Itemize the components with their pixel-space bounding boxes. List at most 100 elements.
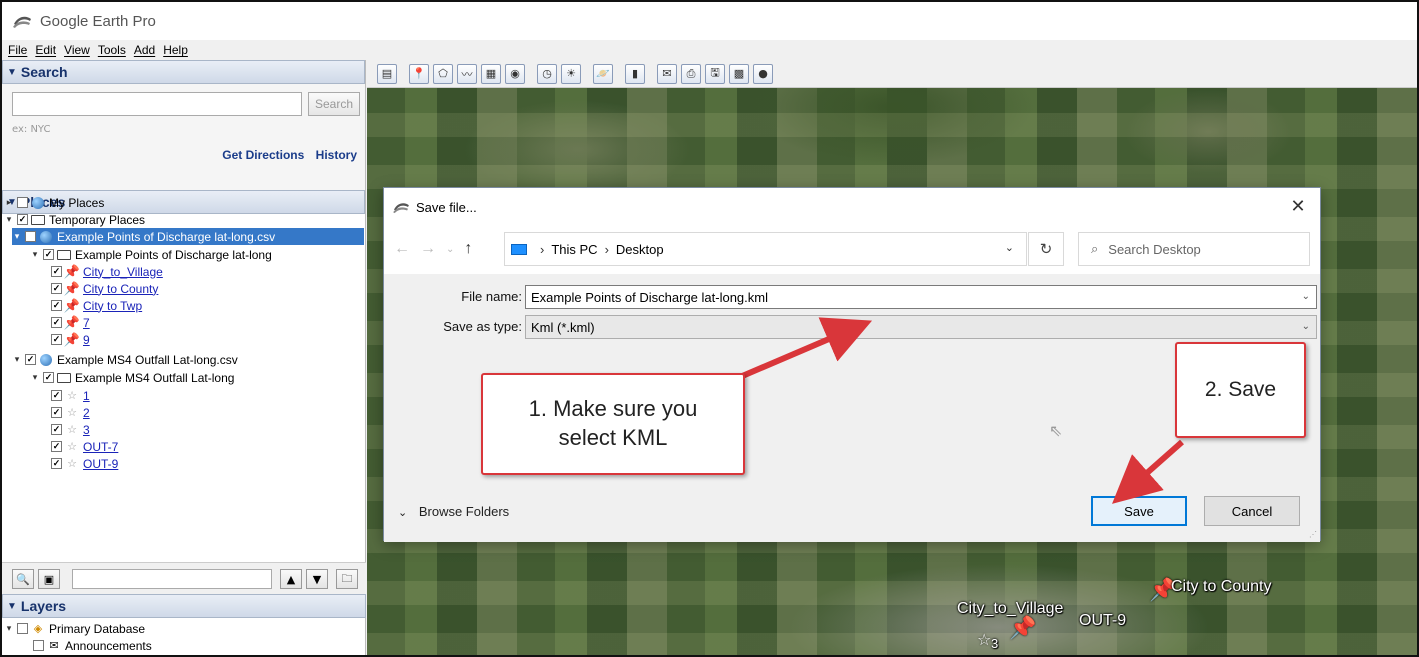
search-button[interactable]: Search (308, 92, 360, 116)
tree-item-outfall[interactable]: ✓ ☆ 3 (48, 421, 90, 438)
checkbox[interactable]: ✓ (17, 214, 28, 225)
map-label-city-to-county[interactable]: City to County (1171, 578, 1271, 596)
checkbox[interactable]: ✓ (51, 441, 62, 452)
checkbox[interactable]: ✓ (51, 458, 62, 469)
tree-item-placemark[interactable]: ✓ 📌 City_to_Village (48, 263, 163, 280)
collapse-arrow-icon[interactable]: ▾ (30, 249, 40, 260)
sunlight-icon[interactable]: ☀ (561, 63, 581, 84)
menu-help[interactable]: Help (163, 43, 188, 57)
address-bar[interactable]: › This PC › Desktop ⌄ (504, 232, 1027, 266)
menu-file[interactable]: File (8, 43, 27, 57)
tree-item-outfall-folder[interactable]: ▾ ✓ Example MS4 Outfall Lat-long (30, 369, 364, 386)
ruler-icon[interactable]: ▮ (625, 63, 645, 84)
forward-arrow-icon[interactable]: → (420, 240, 436, 258)
magnify-icon[interactable]: 🔍 (12, 569, 34, 589)
checkbox[interactable]: ✓ (43, 372, 54, 383)
checkbox[interactable]: ✓ (25, 231, 36, 242)
checkbox[interactable]: ✓ (51, 317, 62, 328)
email-icon[interactable]: ✉ (657, 63, 677, 84)
add-path-icon[interactable]: 〰 (457, 63, 477, 84)
breadcrumb-desktop[interactable]: Desktop (616, 242, 664, 257)
places-filter-input[interactable] (72, 569, 272, 589)
checkbox[interactable]: ✓ (51, 334, 62, 345)
file-name-field[interactable]: Example Points of Discharge lat-long.kml… (525, 285, 1317, 309)
chevron-down-icon[interactable]: ⌄ (1005, 241, 1014, 254)
resize-grip-icon[interactable]: ⋰ (1309, 530, 1317, 539)
collapse-arrow-icon[interactable]: ▾ (4, 623, 14, 634)
planets-icon[interactable]: 🪐 (593, 63, 613, 84)
menu-edit[interactable]: Edit (35, 43, 56, 57)
collapse-arrow-icon[interactable]: ▾ (12, 354, 22, 365)
save-button[interactable]: Save (1091, 496, 1187, 526)
panel-toggle-icon[interactable]: ▣ (38, 569, 60, 589)
recent-chevron-icon[interactable]: ⌄ (446, 244, 454, 255)
view-in-maps-icon[interactable]: ▩ (729, 63, 749, 84)
menu-view[interactable]: View (64, 43, 90, 57)
print-icon[interactable]: ⎙ (681, 63, 701, 84)
pushpin-icon[interactable]: 📌 (1009, 616, 1036, 641)
save-type-select[interactable]: Kml (*.kml) ⌄ (525, 315, 1317, 339)
checkbox[interactable]: ✓ (51, 300, 62, 311)
history-link[interactable]: History (316, 148, 357, 162)
checkbox[interactable]: ✓ (51, 407, 62, 418)
checkbox[interactable]: ✓ (43, 249, 54, 260)
tree-item-outfall[interactable]: ✓ ☆ 1 (48, 387, 90, 404)
checkbox[interactable]: ✓ (25, 354, 36, 365)
tree-item-placemark[interactable]: ✓ 📌 City to Twp (48, 297, 142, 314)
layers-section-header[interactable]: ▼ Layers (2, 594, 366, 618)
tree-item-placemark[interactable]: ✓ 📌 City to County (48, 280, 158, 297)
checkbox[interactable]: ✓ (51, 283, 62, 294)
tree-item-placemark[interactable]: ✓ 📌 7 (48, 314, 90, 331)
checkbox[interactable]: ✓ (51, 266, 62, 277)
breadcrumb-this-pc[interactable]: This PC (551, 242, 597, 257)
browse-folders-toggle[interactable]: ⌄ Browse Folders (398, 504, 509, 519)
add-image-overlay-icon[interactable]: ▦ (481, 63, 501, 84)
move-down-icon[interactable]: ▼ (306, 569, 328, 589)
save-image-icon[interactable]: 🖫 (705, 63, 725, 84)
tree-item-placemark[interactable]: ✓ 📌 9 (48, 331, 90, 348)
tree-item-outfall[interactable]: ✓ ☆ OUT-9 (48, 455, 118, 472)
checkbox[interactable] (17, 623, 28, 634)
expand-arrow-icon[interactable]: ▸ (4, 197, 14, 208)
tree-item-announcements[interactable]: ✉ Announcements (30, 637, 152, 654)
add-polygon-icon[interactable]: ⬠ (433, 63, 453, 84)
tree-item-outfall[interactable]: ✓ ☆ 2 (48, 404, 90, 421)
tree-item-points-folder[interactable]: ▾ ✓ Example Points of Discharge lat-long (30, 246, 364, 263)
refresh-icon[interactable]: ↻ (1028, 232, 1064, 266)
checkbox[interactable] (17, 197, 28, 208)
map-label-out-9[interactable]: OUT-9 (1079, 612, 1126, 630)
map-label-marker-3[interactable]: 3 (991, 636, 998, 651)
search-input[interactable] (12, 92, 302, 116)
collapse-arrow-icon[interactable]: ▾ (4, 214, 14, 225)
collapse-arrow-icon[interactable]: ▾ (12, 231, 22, 242)
checkbox[interactable]: ✓ (51, 424, 62, 435)
get-directions-link[interactable]: Get Directions (222, 148, 304, 162)
historical-imagery-icon[interactable]: ◷ (537, 63, 557, 84)
tree-item-my-places[interactable]: ▸ My Places (4, 194, 364, 211)
tree-item-temporary-places[interactable]: ▾ ✓ Temporary Places (4, 211, 364, 228)
tree-item-csv-points[interactable]: ▾ ✓ Example Points of Discharge lat-long… (12, 228, 364, 245)
checkbox[interactable] (33, 640, 44, 651)
tree-item-csv-outfall[interactable]: ▾ ✓ Example MS4 Outfall Lat-long.csv (12, 351, 364, 368)
move-up-icon[interactable]: ▲ (280, 569, 302, 589)
star-marker-icon[interactable]: ☆ (977, 630, 991, 649)
chevron-down-icon[interactable]: ⌄ (1302, 321, 1310, 332)
search-section-header[interactable]: ▼ Search (2, 60, 365, 84)
back-arrow-icon[interactable]: ← (394, 240, 410, 258)
search-desktop-field[interactable]: ⌕ Search Desktop (1078, 232, 1310, 266)
menu-add[interactable]: Add (134, 43, 155, 57)
up-arrow-icon[interactable]: ↑ (464, 240, 472, 258)
folder-add-icon[interactable]: 🗀 (336, 569, 358, 589)
menu-tools[interactable]: Tools (98, 43, 126, 57)
cancel-button[interactable]: Cancel (1204, 496, 1300, 526)
record-tour-icon[interactable]: ◉ (505, 63, 525, 84)
earth-gallery-icon[interactable]: ● (753, 63, 773, 84)
close-icon[interactable]: ✕ (1286, 194, 1310, 218)
tree-item-outfall[interactable]: ✓ ☆ OUT-7 (48, 438, 118, 455)
sidebar-toggle-icon[interactable]: ▤ (377, 63, 397, 84)
checkbox[interactable]: ✓ (51, 390, 62, 401)
tree-item-primary-database[interactable]: ▾ ◈ Primary Database (4, 620, 145, 637)
chevron-down-icon[interactable]: ⌄ (1302, 291, 1310, 302)
collapse-arrow-icon[interactable]: ▾ (30, 372, 40, 383)
add-placemark-icon[interactable]: 📍 (409, 63, 429, 84)
